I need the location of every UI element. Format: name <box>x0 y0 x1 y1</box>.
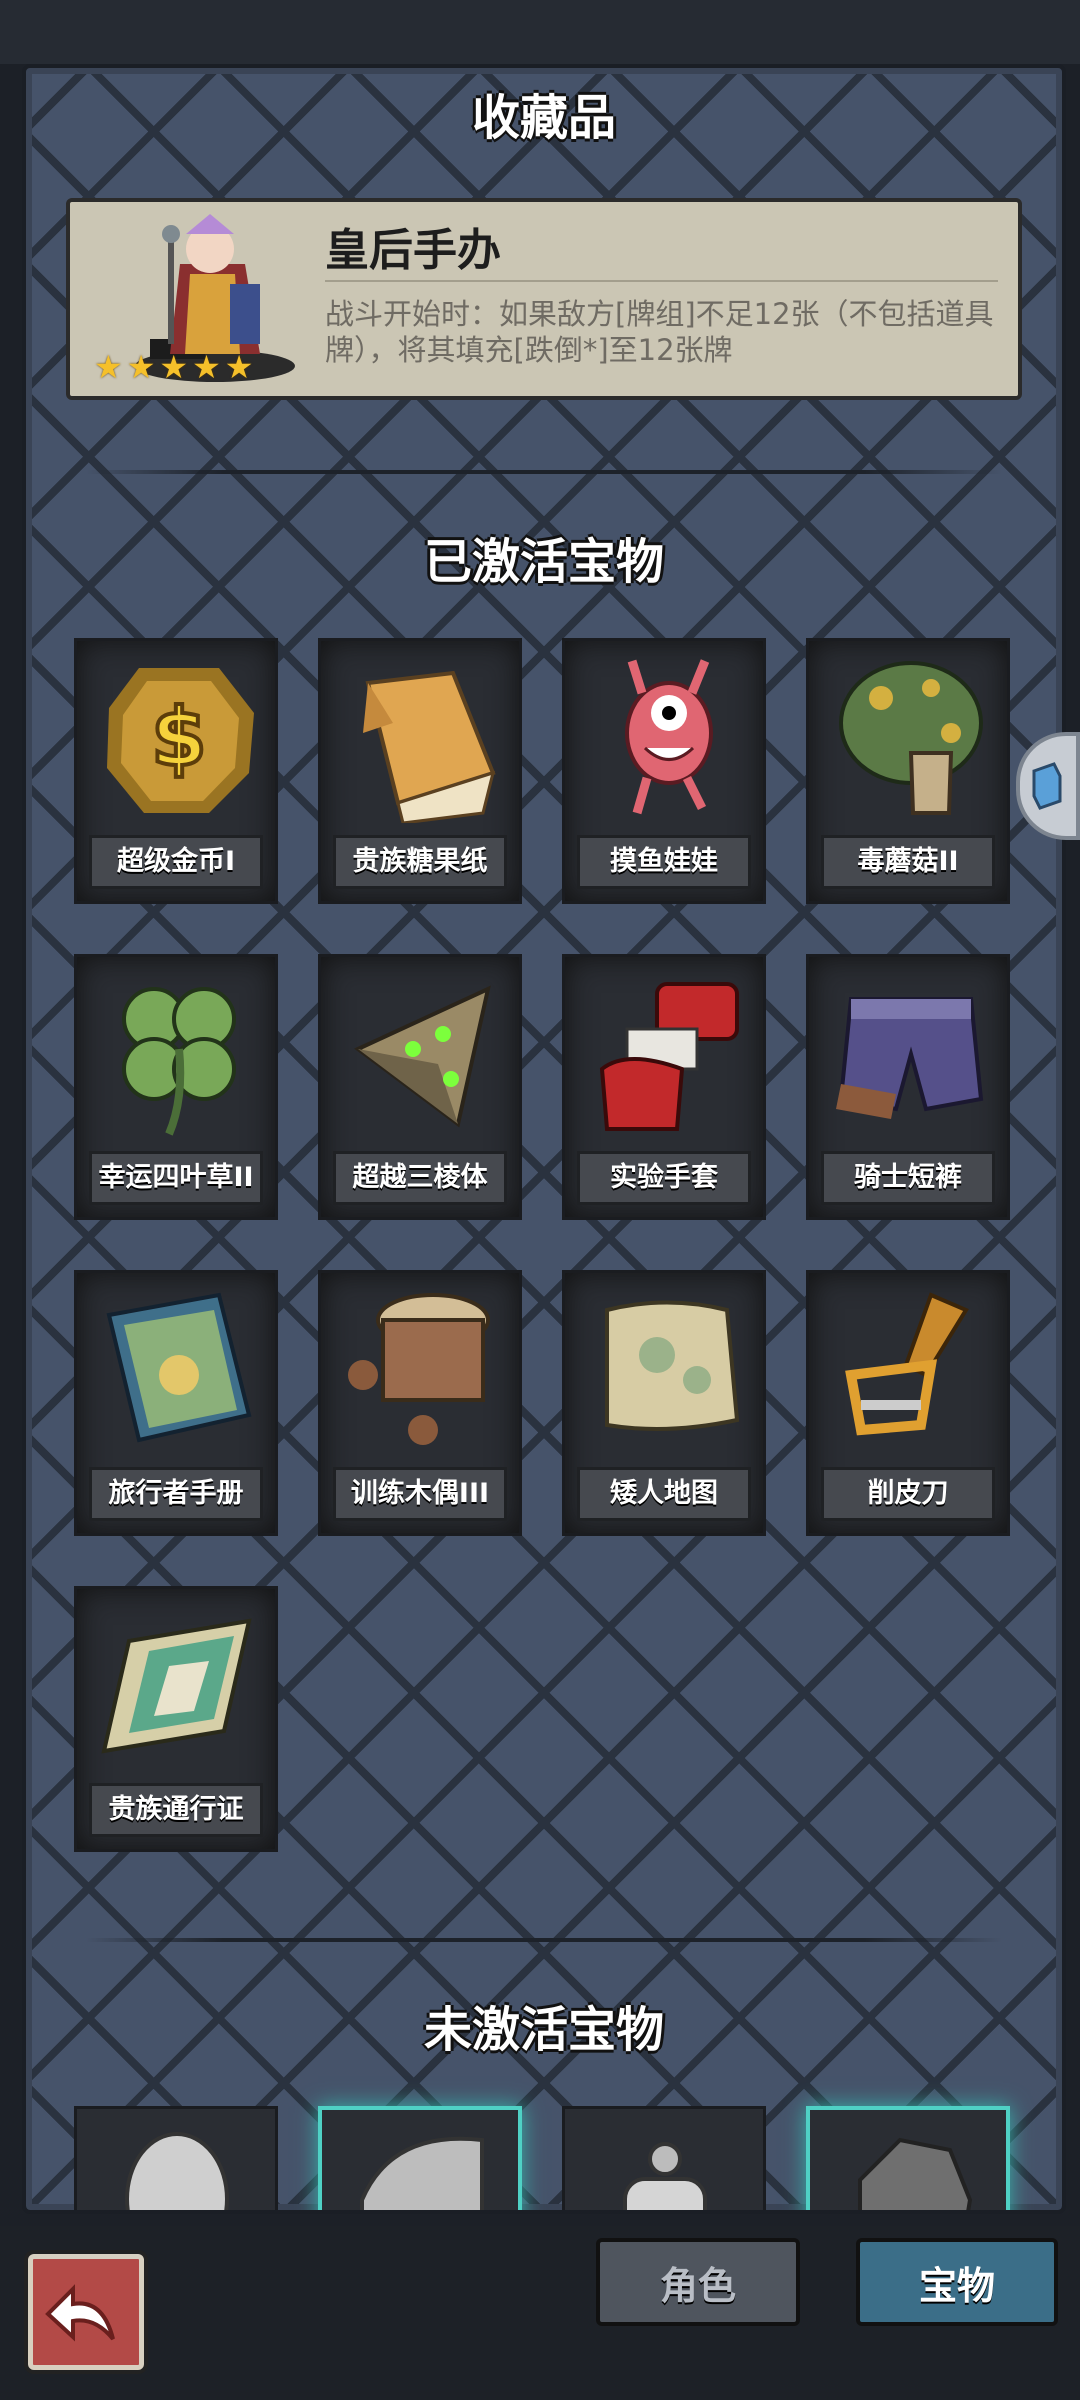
treasure-card[interactable]: 摸鱼娃娃 <box>562 638 766 904</box>
featured-name: 皇后手办 <box>325 225 501 276</box>
star-icon: ★ <box>126 348 156 386</box>
treasure-label: 训练木偶III <box>333 1467 507 1521</box>
treasure-label: 幸运四叶草II <box>89 1151 263 1205</box>
inactive-grid <box>74 2106 1014 2210</box>
treasure-card[interactable]: 幸运四叶草II <box>74 954 278 1220</box>
tab-role[interactable]: 角色 <box>596 2238 800 2326</box>
treasure-label: 超级金币I <box>89 835 263 889</box>
treasure-card[interactable]: $ 超级金币I <box>74 638 278 904</box>
inactive-title: 未激活宝物 <box>423 2002 664 2058</box>
treasure-card[interactable]: 贵族糖果纸 <box>318 638 522 904</box>
treasure-label: 摸鱼娃娃 <box>577 835 751 889</box>
star-icon: ★ <box>192 348 221 386</box>
locked-treasure-card[interactable] <box>562 2106 766 2210</box>
back-button[interactable] <box>28 2254 144 2370</box>
star-icon: ★ <box>94 348 123 386</box>
treasure-card[interactable]: 矮人地图 <box>562 1270 766 1536</box>
rating-stars: ★ ★ ★ ★ ★ <box>94 348 253 386</box>
treasure-label: 旅行者手册 <box>89 1467 263 1521</box>
top-strip <box>0 0 1080 64</box>
silver-egg-icon <box>125 2132 229 2210</box>
treasure-card[interactable]: 旅行者手册 <box>74 1270 278 1536</box>
section-divider <box>86 470 1002 474</box>
treasure-card[interactable]: 实验手套 <box>562 954 766 1220</box>
featured-divider <box>325 280 998 282</box>
travel-guide-icon <box>106 1292 252 1443</box>
peeler-icon <box>845 1292 969 1436</box>
featured-collectible[interactable]: ★ ★ ★ ★ ★ 皇后手办 战斗开始时：如果敌方[牌组]不足12张（不包括道具… <box>66 198 1022 400</box>
lab-glove-icon <box>599 982 739 1131</box>
treasure-card[interactable]: 毒蘑菇II <box>806 638 1010 904</box>
locked-treasure-card[interactable] <box>318 2106 522 2210</box>
treasure-label: 毒蘑菇II <box>821 835 995 889</box>
poison-mushroom-icon <box>839 661 983 815</box>
page-title: 收藏品 <box>471 90 616 146</box>
tab-treasure[interactable]: 宝物 <box>856 2238 1058 2326</box>
four-leaf-clover-icon <box>122 987 236 1136</box>
star-icon: ★ <box>224 348 254 386</box>
fish-doll-icon <box>625 659 713 815</box>
treasure-label: 贵族通行证 <box>89 1783 263 1837</box>
treasure-label: 实验手套 <box>577 1151 751 1205</box>
activated-title: 已激活宝物 <box>423 534 664 590</box>
treasure-label: 超越三棱体 <box>333 1151 507 1205</box>
candy-wrapper-icon <box>363 670 496 823</box>
training-dummy-icon <box>348 1293 490 1445</box>
treasure-card[interactable]: 超越三棱体 <box>318 954 522 1220</box>
treasure-card[interactable]: 贵族通行证 <box>74 1586 278 1852</box>
cracked-egg-icon <box>360 2136 484 2210</box>
treasure-card[interactable]: 训练木偶III <box>318 1270 522 1536</box>
treasure-label: 贵族糖果纸 <box>333 835 507 889</box>
section-divider <box>86 1938 1002 1942</box>
featured-description: 战斗开始时：如果敌方[牌组]不足12张（不包括道具牌），将其填充[跌倒*]至12… <box>325 297 994 367</box>
triangular-prism-icon <box>354 985 491 1128</box>
bomb-figure-icon <box>623 2142 707 2210</box>
knight-shorts-icon <box>836 997 984 1119</box>
side-panel-toggle[interactable] <box>1016 732 1080 840</box>
treasure-card[interactable]: 削皮刀 <box>806 1270 1010 1536</box>
collection-panel[interactable]: 收藏品 ★ ★ ★ ★ ★ 皇后手办 战斗开始时：如果敌方[牌组]不足12张（不… <box>22 64 1066 2214</box>
treasure-label: 削皮刀 <box>821 1467 995 1521</box>
star-icon: ★ <box>159 348 189 386</box>
treasure-card[interactable]: 骑士短裤 <box>806 954 1010 1220</box>
treasure-label: 骑士短裤 <box>821 1151 995 1205</box>
dwarf-map-icon <box>605 1300 740 1431</box>
ore-rock-icon <box>858 2137 973 2210</box>
cube-icon <box>1032 762 1062 810</box>
activated-grid: $ 超级金币I 贵族糖果纸 摸鱼娃娃 毒蘑菇II 幸运四叶草II 超越三棱体 实… <box>74 638 1014 1852</box>
locked-treasure-card[interactable] <box>806 2106 1010 2210</box>
gold-coin-icon: $ <box>107 668 254 813</box>
svg-text:$: $ <box>151 691 207 784</box>
treasure-label: 矮人地图 <box>577 1467 751 1521</box>
locked-treasure-card[interactable] <box>74 2106 278 2210</box>
noble-pass-icon <box>101 1618 252 1754</box>
back-arrow-icon <box>45 2284 115 2342</box>
